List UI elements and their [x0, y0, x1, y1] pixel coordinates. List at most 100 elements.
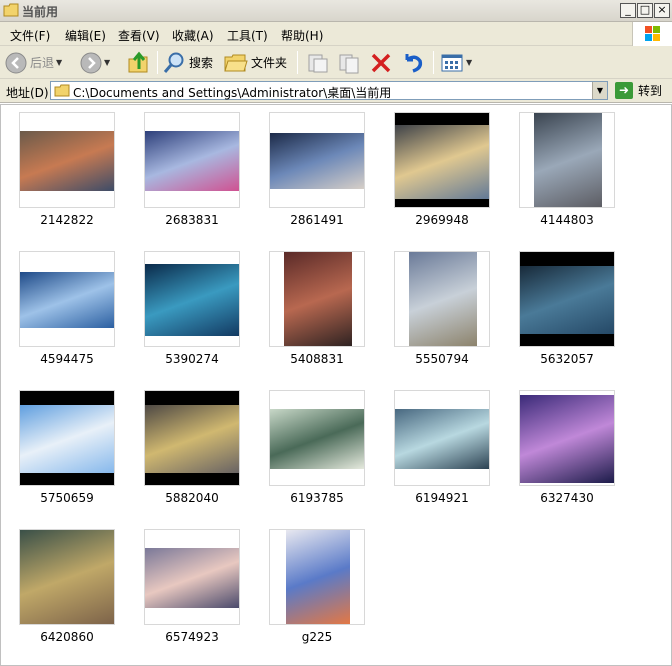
- thumbnail[interactable]: [394, 112, 490, 208]
- folders-button[interactable]: 文件夹: [224, 49, 287, 76]
- thumbnail-image: [395, 409, 489, 469]
- file-name: 5882040: [165, 491, 219, 505]
- address-dropdown-button[interactable]: ▼: [592, 82, 607, 99]
- file-name: 5550794: [415, 352, 469, 366]
- file-name: 2142822: [40, 213, 94, 227]
- address-path: C:\Documents and Settings\Administrator\…: [73, 86, 392, 100]
- thumbnail[interactable]: [144, 112, 240, 208]
- file-view[interactable]: 2142822 2683831 2861491 2969948 4144803 45944…: [0, 104, 672, 666]
- up-folder-icon: [128, 51, 148, 72]
- thumbnail[interactable]: [394, 251, 490, 347]
- thumbnail[interactable]: [269, 390, 365, 486]
- thumbnail[interactable]: [519, 112, 615, 208]
- thumbnail[interactable]: [519, 251, 615, 347]
- menu-view[interactable]: 查看(V): [118, 27, 160, 44]
- thumbnail[interactable]: [394, 390, 490, 486]
- file-name: 6327430: [540, 491, 594, 505]
- thumbnail[interactable]: [144, 251, 240, 347]
- thumbnail-image: [145, 548, 239, 608]
- thumbnail[interactable]: [269, 529, 365, 625]
- file-name: 6420860: [40, 630, 94, 644]
- file-name: 6193785: [290, 491, 344, 505]
- back-button[interactable]: 后退 ▼: [5, 49, 62, 76]
- file-name: 5632057: [540, 352, 594, 366]
- thumbnail-image: [520, 395, 614, 483]
- address-label: 地址(D): [6, 86, 49, 100]
- thumbnail[interactable]: [19, 112, 115, 208]
- menu-bar: 文件(F) 编辑(E) 查看(V) 收藏(A) 工具(T) 帮助(H): [0, 22, 672, 46]
- go-arrow-icon: ➜: [615, 82, 633, 99]
- search-label: 搜索: [189, 56, 214, 70]
- thumbnail-image: [270, 133, 364, 189]
- close-button[interactable]: ×: [654, 3, 670, 18]
- move-to-button[interactable]: [306, 49, 330, 76]
- toolbar: 后退 ▼ ▼ 搜索 文件夹 ▼: [0, 46, 672, 79]
- thumbnail-image: [270, 409, 364, 469]
- thumbnail[interactable]: [144, 529, 240, 625]
- thumbnail[interactable]: [19, 529, 115, 625]
- thumbnail[interactable]: [269, 112, 365, 208]
- thumbnail-image: [520, 252, 614, 346]
- go-button[interactable]: ➜ 转到: [615, 82, 662, 99]
- folders-label: 文件夹: [251, 56, 288, 70]
- menu-file[interactable]: 文件(F): [10, 27, 50, 44]
- minimize-button[interactable]: _: [620, 3, 636, 18]
- file-name: 6194921: [415, 491, 469, 505]
- thumbnail-image: [20, 131, 114, 191]
- maximize-button[interactable]: □: [637, 3, 653, 18]
- delete-button[interactable]: [369, 49, 393, 76]
- thumbnail-image: [20, 530, 114, 624]
- file-name: 2683831: [165, 213, 219, 227]
- thumbnail[interactable]: [144, 390, 240, 486]
- go-label: 转到: [638, 84, 663, 98]
- back-label: 后退: [30, 56, 55, 70]
- copy-to-icon: [339, 54, 359, 73]
- windows-logo-icon: [632, 22, 672, 46]
- chevron-down-icon[interactable]: ▼: [104, 58, 110, 67]
- thumbnail-image: [395, 113, 489, 207]
- copy-to-button[interactable]: [337, 49, 361, 76]
- menu-favorites[interactable]: 收藏(A): [172, 27, 214, 44]
- thumbnail-image: [20, 272, 114, 328]
- file-name: 5390274: [165, 352, 219, 366]
- menu-tools[interactable]: 工具(T): [227, 27, 268, 44]
- thumbnail-image: [284, 252, 352, 346]
- up-folder-button[interactable]: [127, 49, 151, 76]
- file-name: 2861491: [290, 213, 344, 227]
- thumbnail-image: [409, 252, 477, 346]
- undo-button[interactable]: [401, 49, 425, 76]
- thumbnail[interactable]: [519, 390, 615, 486]
- folder-icon: [54, 84, 70, 97]
- thumbnail-image: [145, 391, 239, 485]
- title-bar: 当前用 _ □ ×: [0, 0, 672, 22]
- thumbnail-image: [286, 530, 350, 624]
- file-name: 5408831: [290, 352, 344, 366]
- thumbnail-image: [534, 113, 602, 207]
- window-title: 当前用: [22, 5, 59, 19]
- search-button[interactable]: 搜索: [162, 49, 213, 76]
- address-input[interactable]: C:\Documents and Settings\Administrator\…: [50, 81, 608, 100]
- views-button[interactable]: ▼: [440, 49, 472, 76]
- thumbnail-image: [20, 391, 114, 485]
- file-name: g225: [301, 630, 333, 644]
- thumbnail-image: [145, 264, 239, 336]
- file-name: 4144803: [540, 213, 594, 227]
- file-name: 4594475: [40, 352, 94, 366]
- views-grid-icon: [441, 54, 463, 71]
- file-name: 5750659: [40, 491, 94, 505]
- thumbnail[interactable]: [19, 390, 115, 486]
- delete-x-icon: [371, 53, 391, 72]
- thumbnail[interactable]: [19, 251, 115, 347]
- file-name: 2969948: [415, 213, 469, 227]
- chevron-down-icon[interactable]: ▼: [466, 58, 472, 67]
- thumbnail[interactable]: [269, 251, 365, 347]
- folders-icon: [224, 54, 248, 71]
- chevron-down-icon[interactable]: ▼: [56, 58, 62, 67]
- address-bar: 地址(D) C:\Documents and Settings\Administ…: [0, 79, 672, 103]
- back-arrow-icon: [5, 52, 27, 73]
- move-to-icon: [308, 54, 328, 72]
- search-icon: [163, 52, 184, 73]
- menu-help[interactable]: 帮助(H): [281, 27, 323, 44]
- forward-button[interactable]: ▼: [80, 49, 110, 76]
- menu-edit[interactable]: 编辑(E): [65, 27, 106, 44]
